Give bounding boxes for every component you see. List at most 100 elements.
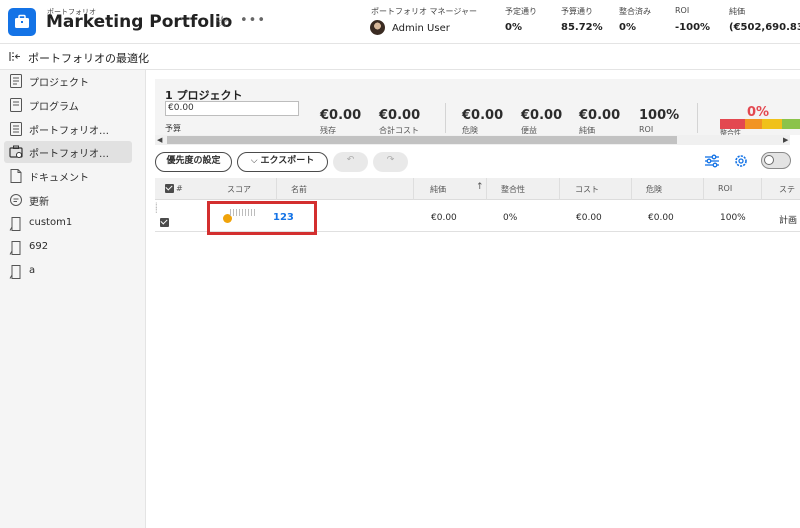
net-value-metric: €0.00	[579, 108, 621, 123]
manager-label: ポートフォリオ マネージャー	[371, 7, 477, 16]
aligned-label: 整合済み	[619, 7, 651, 16]
select-all-checkbox[interactable]	[165, 184, 174, 193]
yellow-segment	[762, 119, 782, 129]
divider	[445, 103, 446, 133]
custom-page-icon	[9, 265, 21, 279]
sidebar-item-label: custom1	[29, 217, 73, 228]
settings-gear-icon[interactable]	[733, 153, 749, 169]
app-header: ポートフォリオ Marketing Portfolio ☆ ••• ポートフォリ…	[0, 0, 800, 44]
sub-header: ポートフォリオの最適化	[0, 44, 800, 70]
col-divider	[703, 178, 704, 200]
alignment-percent: 0%	[747, 105, 770, 120]
col-divider	[486, 178, 487, 200]
cell-net-value: €0.00	[431, 213, 457, 223]
col-header-status[interactable]: ステ	[779, 184, 795, 195]
sidebar-item-label: 更新	[29, 197, 49, 208]
avatar[interactable]	[370, 20, 385, 35]
summary-scrollbar[interactable]: ◀ ▶	[155, 135, 790, 145]
roi-metric: 100%	[639, 108, 680, 123]
custom-page-icon	[9, 217, 21, 231]
col-header-risk[interactable]: 危険	[646, 184, 662, 195]
divider	[697, 103, 698, 133]
row-checkbox[interactable]	[160, 218, 169, 227]
sort-ascending-icon[interactable]: ↑	[476, 182, 484, 192]
roi-metric-label: ROI	[639, 125, 654, 134]
benefit-value: €0.00	[521, 108, 563, 123]
green-segment	[782, 119, 800, 129]
on-budget-value: 85.72%	[561, 22, 603, 33]
table-header: # スコア 名前 純価 ↑ 整合性 コスト 危険 ROI ステ	[155, 178, 800, 200]
total-cost-value: €0.00	[379, 108, 421, 123]
col-header-net-value[interactable]: 純価	[430, 184, 446, 195]
custom-page-icon	[9, 241, 21, 255]
col-header-cost[interactable]: コスト	[575, 184, 599, 195]
col-header-score[interactable]: スコア	[227, 184, 251, 195]
net-value-metric-label: 純価	[579, 126, 595, 134]
col-divider	[761, 178, 762, 200]
net-value-label: 純価	[729, 7, 745, 16]
sidebar-item-portfolio-optimizer[interactable]: ポートフォリオ…	[4, 141, 132, 163]
portfolio-icon	[10, 122, 22, 136]
scroll-right-arrow-icon[interactable]: ▶	[783, 135, 788, 145]
col-header-number: #	[176, 184, 183, 193]
col-divider	[631, 178, 632, 200]
col-divider	[276, 178, 277, 200]
remaining-value: €0.00	[320, 108, 362, 123]
updates-icon	[10, 194, 22, 206]
risk-value: €0.00	[462, 108, 504, 123]
on-time-label: 予定通り	[505, 7, 537, 16]
scroll-thumb[interactable]	[167, 136, 677, 144]
sidebar-item-portfolio-details[interactable]: ポートフォリオ…	[4, 118, 132, 140]
export-button[interactable]: ⌵ エクスポート	[237, 152, 328, 172]
net-value-value: (€502,690.83)	[729, 22, 800, 33]
collapse-sidebar-icon[interactable]	[9, 51, 21, 65]
program-icon	[10, 98, 22, 112]
col-divider	[559, 178, 560, 200]
cell-risk: €0.00	[648, 213, 674, 223]
sidebar-item-label: プログラム	[29, 102, 79, 113]
col-header-roi[interactable]: ROI	[718, 184, 732, 193]
cell-status: 計画	[779, 216, 798, 226]
sidebar-item-documents[interactable]: ドキュメント	[4, 165, 132, 187]
sidebar-item-projects[interactable]: プロジェクト	[4, 70, 132, 92]
portfolio-optimizer-icon	[9, 145, 23, 158]
sidebar-item-692[interactable]: 692	[4, 237, 132, 259]
table-row[interactable]: ⁞ ⁞ 123 €0.00 0% €0.00 €0.00 100% 計画	[155, 200, 800, 235]
sidebar-item-label: ポートフォリオ…	[29, 149, 109, 160]
undo-button[interactable]: ↶	[333, 152, 368, 172]
redo-button[interactable]: ↷	[373, 152, 408, 172]
drag-handle-icon[interactable]: ⁞ ⁞	[155, 202, 159, 215]
sidebar-item-label: プロジェクト	[29, 78, 89, 89]
set-priority-button[interactable]: 優先度の設定	[155, 152, 232, 172]
export-label: エクスポート	[260, 156, 315, 166]
view-toggle[interactable]	[761, 152, 791, 169]
page-title: Marketing Portfolio	[46, 12, 233, 32]
risk-label: 危険	[462, 126, 478, 134]
document-icon	[10, 169, 22, 183]
toggle-knob	[764, 155, 774, 165]
sidebar-item-a[interactable]: a	[4, 261, 132, 283]
sidebar-item-label: a	[29, 265, 36, 276]
col-divider	[413, 178, 414, 200]
col-header-name[interactable]: 名前	[291, 184, 307, 195]
roi-value: -100%	[675, 22, 711, 33]
sidebar-item-label: ポートフォリオ…	[29, 126, 109, 137]
more-options-icon[interactable]: •••	[240, 13, 266, 28]
favorite-star-icon[interactable]: ☆	[215, 14, 229, 30]
col-header-alignment[interactable]: 整合性	[501, 184, 525, 195]
cell-roi: 100%	[720, 213, 746, 223]
budget-input[interactable]: €0.00	[165, 101, 299, 116]
cell-cost: €0.00	[576, 213, 602, 223]
scroll-left-arrow-icon[interactable]: ◀	[157, 135, 162, 145]
sidebar-item-updates[interactable]: 更新	[4, 189, 132, 211]
filter-sliders-icon[interactable]	[704, 153, 720, 169]
aligned-value: 0%	[619, 22, 636, 33]
roi-label: ROI	[675, 6, 690, 15]
remaining-label: 残存	[320, 126, 336, 134]
manager-name[interactable]: Admin User	[392, 23, 450, 34]
sidebar-item-label: 692	[29, 241, 49, 252]
portfolio-app-icon[interactable]	[8, 8, 36, 36]
sidebar-item-custom1[interactable]: custom1	[4, 213, 132, 235]
sidebar-item-programs[interactable]: プログラム	[4, 94, 132, 116]
alignment-label: 整合性	[720, 129, 741, 135]
